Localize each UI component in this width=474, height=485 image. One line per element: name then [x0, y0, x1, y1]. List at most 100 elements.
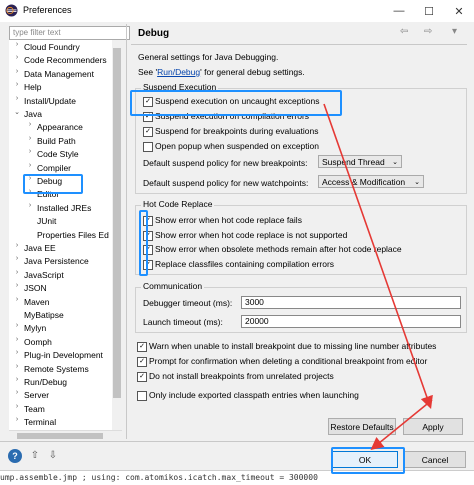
tree-item-installed-jres[interactable]: Installed JREs: [37, 202, 91, 215]
policy-watchpoints-value: Access & Modification: [322, 177, 406, 187]
tree-item-maven[interactable]: Maven: [24, 296, 50, 309]
suspend-option-label[interactable]: Open popup when suspended on exception: [155, 141, 319, 151]
tree-item-remote-systems[interactable]: Remote Systems: [24, 363, 89, 376]
expand-chevron-icon[interactable]: ›: [13, 242, 21, 255]
export-icon[interactable]: ⇩: [46, 449, 60, 463]
tree-item-mybatipse[interactable]: MyBatipse: [24, 309, 64, 322]
tree-item-compiler[interactable]: Compiler: [37, 162, 71, 175]
tree-item-data-management[interactable]: Data Management: [24, 68, 94, 81]
forward-arrow-icon[interactable]: ⇨: [424, 26, 432, 37]
expand-chevron-icon[interactable]: ›: [26, 202, 34, 215]
hcr-option-label[interactable]: Show error when hot code replace is not …: [155, 230, 347, 240]
expand-chevron-icon[interactable]: ›: [13, 255, 21, 268]
tree-vertical-scrollbar[interactable]: [112, 40, 122, 430]
tree-item-plug-in-development[interactable]: Plug-in Development: [24, 349, 103, 362]
minimize-button[interactable]: —: [384, 0, 414, 22]
tree-item-properties-files-ed[interactable]: Properties Files Ed: [37, 229, 109, 242]
tree-item-terminal[interactable]: Terminal: [24, 416, 56, 429]
scrollbar-thumb[interactable]: [113, 48, 121, 398]
expand-chevron-icon[interactable]: ›: [13, 416, 21, 429]
tree-item-java-persistence[interactable]: Java Persistence: [24, 255, 89, 268]
launch-timeout-label: Launch timeout (ms):: [143, 317, 223, 327]
misc-checkbox-4[interactable]: [137, 391, 147, 401]
tree-item-install-update[interactable]: Install/Update: [24, 95, 76, 108]
expand-chevron-icon[interactable]: ›: [26, 148, 34, 161]
expand-chevron-icon[interactable]: ›: [13, 322, 21, 335]
misc-option-label[interactable]: Do not install breakpoints from unrelate…: [149, 371, 334, 381]
expand-chevron-icon[interactable]: ›: [26, 121, 34, 134]
back-arrow-icon[interactable]: ⇦: [400, 26, 408, 37]
misc-option-label[interactable]: Only include exported classpath entries …: [149, 390, 359, 400]
tree-horizontal-scrollbar[interactable]: [9, 430, 122, 441]
expand-chevron-icon[interactable]: ›: [13, 269, 21, 282]
expand-chevron-icon[interactable]: ›: [13, 54, 21, 67]
tree-item-help[interactable]: Help: [24, 81, 41, 94]
hcr-option-label[interactable]: Show error when hot code replace fails: [155, 215, 302, 225]
hcr-checkbox-highlight: [139, 210, 148, 276]
tree-item-java[interactable]: Java: [24, 108, 42, 121]
tree-item-mylyn[interactable]: Mylyn: [24, 322, 46, 335]
maximize-button[interactable]: ☐: [414, 0, 444, 22]
scrollbar-thumb[interactable]: [17, 433, 103, 439]
suspend-option-label[interactable]: Suspend for breakpoints during evaluatio…: [155, 126, 319, 136]
expand-chevron-icon[interactable]: ›: [26, 162, 34, 175]
misc-checkbox-3[interactable]: ✓: [137, 372, 147, 382]
page-description: General settings for Java Debugging.: [138, 52, 279, 62]
tree-item-code-recommenders[interactable]: Code Recommenders: [24, 54, 107, 67]
suspend-checkbox-4[interactable]: [143, 142, 153, 152]
expand-chevron-icon[interactable]: ›: [26, 135, 34, 148]
tree-item-oomph[interactable]: Oomph: [24, 336, 52, 349]
hcr-option-label[interactable]: Show error when obsolete methods remain …: [155, 244, 402, 254]
expand-chevron-icon[interactable]: ⌄: [13, 108, 21, 121]
import-icon[interactable]: ⇧: [28, 449, 42, 463]
title-bar: Preferences — ☐ ✕: [0, 0, 474, 22]
expand-chevron-icon[interactable]: ›: [13, 41, 21, 54]
page-title: Debug: [138, 28, 170, 39]
restore-defaults-button[interactable]: Restore Defaults: [328, 418, 396, 435]
tree-item-json[interactable]: JSON: [24, 282, 47, 295]
expand-chevron-icon[interactable]: ›: [13, 282, 21, 295]
expand-chevron-icon[interactable]: ›: [13, 363, 21, 376]
run-debug-link[interactable]: Run/Debug: [157, 67, 200, 77]
policy-breakpoints-select[interactable]: Suspend Thread ⌄: [318, 155, 402, 168]
pane-divider[interactable]: [126, 24, 127, 439]
help-icon[interactable]: ?: [8, 449, 22, 463]
close-button[interactable]: ✕: [444, 0, 474, 22]
tree-item-javascript[interactable]: JavaScript: [24, 269, 64, 282]
launch-timeout-field[interactable]: 20000: [241, 315, 461, 328]
expand-chevron-icon[interactable]: ›: [13, 389, 21, 402]
tree-item-team[interactable]: Team: [24, 403, 45, 416]
policy-watchpoints-label: Default suspend policy for new watchpoin…: [143, 178, 309, 188]
expand-chevron-icon[interactable]: ›: [13, 376, 21, 389]
tree-item-java-ee[interactable]: Java EE: [24, 242, 56, 255]
debugger-timeout-label: Debugger timeout (ms):: [143, 298, 233, 308]
expand-chevron-icon[interactable]: ›: [13, 403, 21, 416]
misc-option-label[interactable]: Warn when unable to install breakpoint d…: [149, 341, 436, 351]
window-title: Preferences: [23, 5, 72, 15]
tree-item-appearance[interactable]: Appearance: [37, 121, 83, 134]
tree-item-run-debug[interactable]: Run/Debug: [24, 376, 67, 389]
tree-item-junit[interactable]: JUnit: [37, 215, 56, 228]
expand-chevron-icon[interactable]: ›: [13, 95, 21, 108]
cancel-button[interactable]: Cancel: [404, 451, 466, 468]
debugger-timeout-field[interactable]: 3000: [241, 296, 461, 309]
tree-item-cloud-foundry[interactable]: Cloud Foundry: [24, 41, 80, 54]
expand-chevron-icon[interactable]: ›: [13, 336, 21, 349]
misc-checkbox-1[interactable]: ✓: [137, 342, 147, 352]
expand-chevron-icon[interactable]: ›: [13, 81, 21, 94]
expand-chevron-icon[interactable]: ›: [13, 68, 21, 81]
hcr-option-label[interactable]: Replace classfiles containing compilatio…: [155, 259, 334, 269]
expand-chevron-icon[interactable]: ›: [13, 296, 21, 309]
tree-item-server[interactable]: Server: [24, 389, 49, 402]
misc-option-label[interactable]: Prompt for confirmation when deleting a …: [149, 356, 427, 366]
tree-item-code-style[interactable]: Code Style: [37, 148, 79, 161]
filter-input[interactable]: type filter text: [9, 26, 130, 40]
suspend-checkbox-3[interactable]: ✓: [143, 127, 153, 137]
misc-checkbox-2[interactable]: ✓: [137, 357, 147, 367]
policy-watchpoints-select[interactable]: Access & Modification ⌄: [318, 175, 424, 188]
tree-item-build-path[interactable]: Build Path: [37, 135, 76, 148]
view-menu-icon[interactable]: ▾: [452, 26, 457, 37]
see-prefix: See ': [138, 67, 158, 77]
expand-chevron-icon[interactable]: ›: [13, 349, 21, 362]
apply-button[interactable]: Apply: [403, 418, 463, 435]
